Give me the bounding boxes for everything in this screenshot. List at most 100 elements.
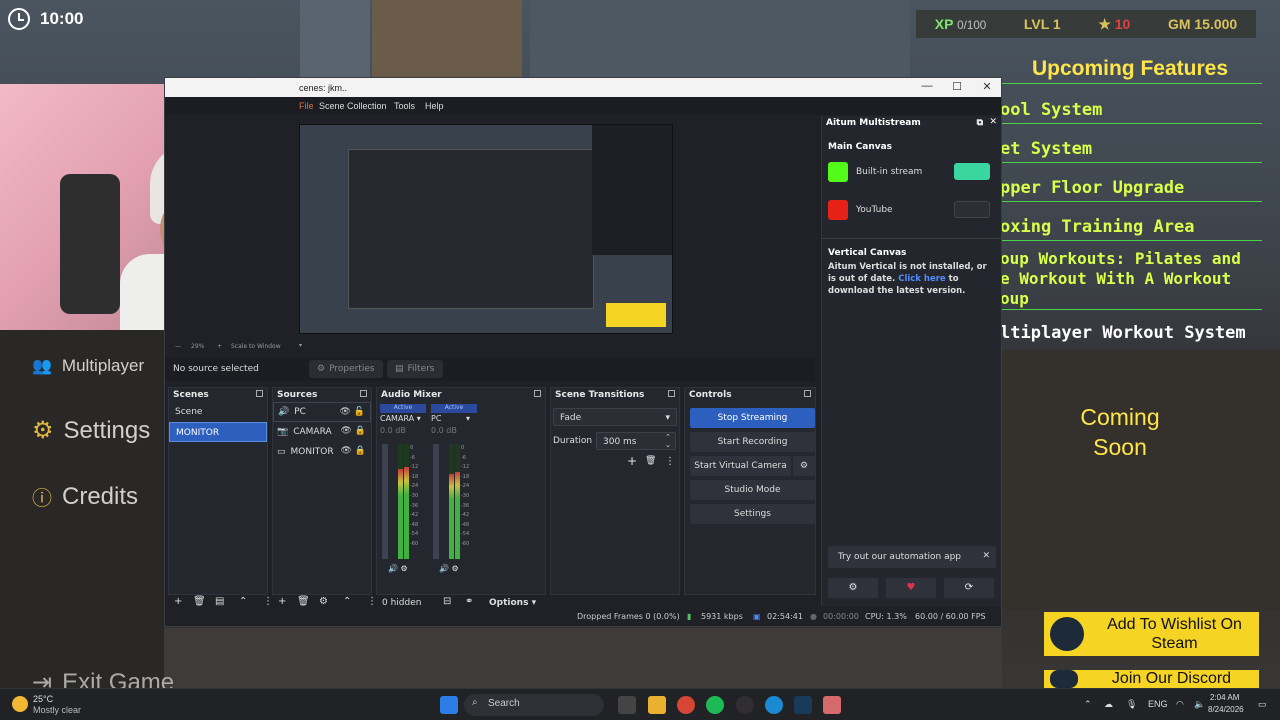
speaker-icon: 🔊 — [278, 407, 290, 417]
speaker-icon[interactable]: 🔊 — [439, 564, 449, 573]
maximize-button[interactable]: ☐ — [942, 80, 972, 94]
upcoming-features-panel: Upcoming Features ool System et System p… — [1000, 55, 1280, 355]
game-icon[interactable] — [823, 696, 841, 714]
settings-icon[interactable]: ⚙ — [452, 564, 459, 573]
eye-icon[interactable]: 👁 — [339, 407, 350, 417]
output-row: YouTube — [828, 196, 996, 224]
wifi-icon[interactable]: ◠ — [1176, 699, 1184, 710]
close-icon[interactable]: ✕ — [989, 117, 997, 127]
studio-mode-button[interactable]: Studio Mode — [690, 480, 815, 500]
level-meter — [398, 444, 403, 559]
more-icon[interactable]: ⋮ — [665, 456, 675, 467]
menu-scene-collection[interactable]: Scene Collection — [319, 101, 387, 111]
discord-banner[interactable]: Join Our Discord — [1044, 670, 1259, 688]
chevron-down-icon[interactable]: ▾ — [417, 414, 421, 423]
settings-icon[interactable]: ⚙ — [828, 578, 878, 598]
eye-icon[interactable]: 👁 — [340, 446, 351, 456]
menu-file[interactable]: File — [299, 101, 314, 111]
scene-item[interactable]: Scene — [169, 402, 267, 422]
language-indicator[interactable]: ENG — [1148, 699, 1168, 709]
volume-icon[interactable]: 🔈 — [1194, 699, 1205, 710]
scale-mode[interactable]: Scale to Window — [231, 343, 281, 350]
menu-tools[interactable]: Tools — [394, 101, 415, 111]
more-icon[interactable]: ⋮ — [367, 596, 377, 607]
up-arrow-icon[interactable]: ⌃ — [343, 596, 351, 607]
menu-help[interactable]: Help — [425, 101, 444, 111]
add-icon[interactable]: + — [174, 596, 182, 607]
speaker-icon[interactable]: 🔊 — [388, 564, 398, 573]
duration-input[interactable]: 300 ms ⌃ ⌄ — [596, 432, 676, 450]
stream-toggle[interactable] — [954, 201, 990, 218]
scene-item-selected[interactable]: MONITOR — [169, 422, 267, 442]
volume-slider[interactable] — [382, 444, 388, 559]
up-arrow-icon[interactable]: ⌃ — [239, 596, 247, 607]
menu-settings[interactable]: ⚙ Settings — [32, 416, 150, 445]
filters-button[interactable]: ▤ Filters — [387, 360, 443, 378]
close-icon[interactable]: ✕ — [982, 551, 990, 561]
stop-streaming-button[interactable]: Stop Streaming — [690, 408, 815, 428]
refresh-icon[interactable]: ⟳ — [944, 578, 994, 598]
menu-multiplayer[interactable]: 👥 Multiplayer — [32, 356, 144, 376]
heart-icon[interactable]: ♥ — [886, 578, 936, 598]
windows-start-icon[interactable] — [440, 696, 458, 714]
settings-icon[interactable]: ⚙ — [401, 564, 408, 573]
virtual-camera-settings-button[interactable]: ⚙ — [793, 456, 815, 476]
chevron-down-icon[interactable]: ▾ — [466, 414, 470, 423]
close-button[interactable]: ✕ — [972, 80, 1002, 94]
clock-time[interactable]: 2:04 AM — [1210, 693, 1239, 702]
clock-date[interactable]: 8/24/2026 — [1208, 705, 1244, 714]
start-recording-button[interactable]: Start Recording — [690, 432, 815, 452]
options-button[interactable]: Options ▾ — [489, 598, 536, 608]
onedrive-icon[interactable]: ☁ — [1104, 699, 1113, 710]
settings-button[interactable]: Settings — [690, 504, 815, 524]
stream-toggle[interactable] — [954, 163, 990, 180]
notification-icon[interactable]: ▭ — [1258, 699, 1267, 710]
trash-icon[interactable]: 🗑 — [297, 596, 310, 607]
mixer-layout-icon[interactable]: ⊟ — [443, 596, 451, 607]
search-box[interactable]: ⌕ Search — [464, 694, 604, 716]
minimize-button[interactable]: — — [912, 80, 942, 94]
lock-icon[interactable]: 🔒 — [355, 426, 366, 436]
automation-banner[interactable]: Try out our automation app ✕ — [828, 546, 996, 568]
source-item[interactable]: 🔊 PC 👁 🔓 — [273, 402, 371, 422]
file-explorer-icon[interactable] — [648, 696, 666, 714]
wishlist-banner[interactable]: Add To Wishlist On Steam — [1044, 612, 1259, 656]
chevron-up-icon[interactable]: ⌃ — [1084, 699, 1092, 710]
lock-icon[interactable]: 🔒 — [355, 446, 366, 456]
trash-icon[interactable]: 🗑 — [193, 596, 206, 607]
obs-icon[interactable] — [736, 696, 754, 714]
chevron-down-icon[interactable]: ▾ — [299, 342, 302, 349]
filter-icon[interactable]: ▤ — [215, 596, 224, 607]
source-item[interactable]: ▭ MONITOR 👁 🔒 — [273, 442, 371, 462]
spotify-icon[interactable] — [706, 696, 724, 714]
weather-temp[interactable]: 25°C — [33, 694, 53, 704]
weather-desc[interactable]: Mostly clear — [33, 705, 81, 715]
download-link[interactable]: Click here — [898, 274, 946, 284]
edge-icon[interactable] — [765, 696, 783, 714]
eye-icon[interactable]: 👁 — [340, 426, 351, 436]
microphone-icon[interactable]: 🎙 — [1126, 699, 1137, 710]
transition-select[interactable]: Fade ▾ — [553, 408, 677, 426]
program-preview[interactable] — [299, 124, 673, 334]
add-icon[interactable]: + — [278, 596, 286, 607]
volume-slider[interactable] — [433, 444, 439, 559]
source-item[interactable]: 📷 CAMARA 👁 🔒 — [273, 422, 371, 442]
lock-icon[interactable]: 🔓 — [354, 407, 365, 417]
live-time: 02:54:41 — [767, 612, 803, 621]
gear-icon[interactable]: ⚙ — [319, 596, 328, 607]
more-icon[interactable]: ⋮ — [263, 596, 273, 607]
menu-credits[interactable]: ⓘ Credits — [32, 482, 138, 511]
steam-icon[interactable] — [794, 696, 812, 714]
properties-button[interactable]: ⚙ Properties — [309, 360, 383, 378]
level-meter — [404, 444, 409, 559]
feature-item: e Workout With A Workout — [1000, 269, 1232, 288]
float-icon[interactable]: ⧉ — [977, 118, 983, 128]
trash-icon[interactable]: 🗑 — [645, 456, 656, 466]
task-view-icon[interactable] — [618, 696, 636, 714]
chrome-icon[interactable] — [677, 696, 695, 714]
preview-area[interactable] — [299, 116, 809, 338]
add-icon[interactable]: + — [627, 454, 637, 468]
weather-icon — [12, 696, 28, 712]
link-icon[interactable]: ⚭ — [465, 596, 473, 607]
virtual-camera-button[interactable]: Start Virtual Camera — [690, 456, 791, 476]
